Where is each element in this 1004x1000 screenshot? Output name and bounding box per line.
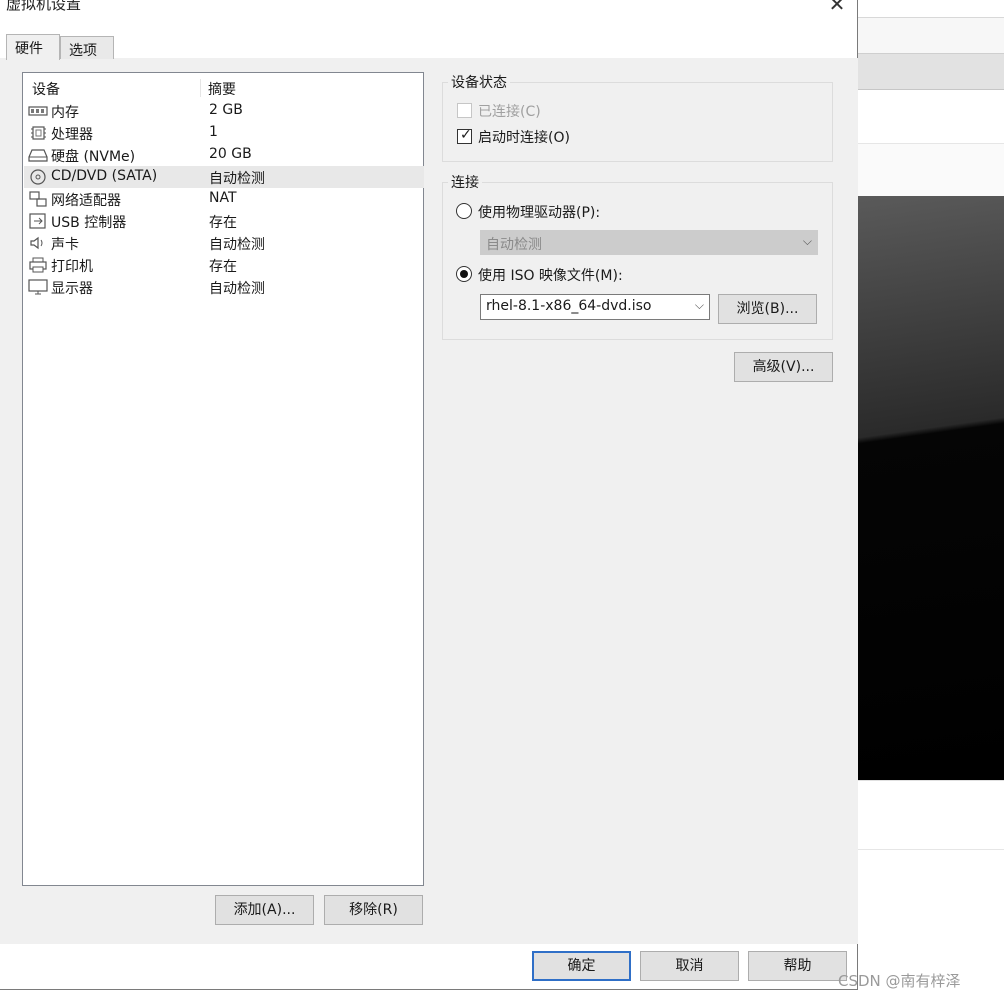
device-summary: 存在 (209, 259, 237, 275)
device-summary: 20 GB (209, 146, 252, 162)
advanced-button[interactable]: 高级(V)... (734, 352, 833, 382)
physical-drive-label: 使用物理驱动器(P): (478, 205, 601, 221)
background-strip (858, 0, 1004, 18)
device-summary: 存在 (209, 215, 237, 231)
device-row-harddisk[interactable]: 硬盘 (NVMe) 20 GB (24, 144, 424, 166)
background-strip (858, 90, 1004, 144)
device-row-memory[interactable]: 内存 2 GB (24, 100, 424, 122)
connection-title: 连接 (448, 172, 482, 192)
device-row-usb[interactable]: USB 控制器 存在 (24, 210, 424, 232)
tab-hardware[interactable]: 硬件 (6, 34, 60, 60)
device-status-group (442, 82, 833, 162)
window-title: 虚拟机设置 (6, 0, 82, 13)
device-row-sound[interactable]: 声卡 自动检测 (24, 232, 424, 254)
device-summary: 自动检测 (209, 171, 265, 187)
physical-drive-value: 自动检测 (486, 237, 542, 253)
connected-checkbox[interactable] (457, 103, 472, 118)
watermark: CSDN @南有梓泽 (838, 972, 961, 990)
device-row-display[interactable]: 显示器 自动检测 (24, 276, 424, 298)
printer-icon (29, 257, 47, 273)
device-name: 硬盘 (NVMe) (51, 149, 136, 165)
tab-options[interactable]: 选项 (60, 36, 114, 59)
connect-at-power-on-label: 启动时连接(O) (478, 130, 570, 146)
background-strip (858, 144, 1004, 196)
device-summary: 2 GB (209, 102, 243, 118)
device-name: 处理器 (51, 127, 93, 143)
background-strip (858, 18, 1004, 54)
device-name: 网络适配器 (51, 193, 121, 209)
list-header: 设备 摘要 (23, 77, 423, 99)
iso-path-combobox[interactable]: rhel-8.1-x86_64-dvd.iso ⌵ (480, 294, 710, 320)
background-window (858, 0, 1004, 1000)
iso-image-label: 使用 ISO 映像文件(M): (478, 268, 623, 284)
memory-icon (28, 106, 48, 116)
physical-drive-select[interactable]: 自动检测 ⌵ (480, 230, 818, 255)
iso-image-radio[interactable] (456, 266, 472, 282)
checkmark-icon: ✓ (460, 127, 472, 143)
remove-device-button[interactable]: 移除(R) (324, 895, 423, 925)
device-row-processor[interactable]: 处理器 1 (24, 122, 424, 144)
monitor-icon (28, 279, 48, 295)
device-name: 内存 (51, 105, 79, 121)
radio-selected-dot (460, 270, 468, 278)
add-device-button[interactable]: 添加(A)... (215, 895, 314, 925)
device-status-title: 设备状态 (448, 72, 510, 92)
connect-at-power-on-checkbox[interactable]: ✓ (457, 127, 472, 144)
device-name: 打印机 (51, 259, 93, 275)
cd-dvd-icon (30, 169, 46, 185)
iso-path-value: rhel-8.1-x86_64-dvd.iso (486, 298, 652, 314)
device-summary: 自动检测 (209, 237, 265, 253)
device-name: 显示器 (51, 281, 93, 297)
device-name: 声卡 (51, 237, 79, 253)
connected-label: 已连接(C) (478, 104, 541, 120)
processor-icon (31, 126, 46, 140)
device-summary: 自动检测 (209, 281, 265, 297)
device-row-network[interactable]: 网络适配器 NAT (24, 188, 424, 210)
column-separator[interactable] (200, 79, 201, 97)
device-list[interactable]: 设备 摘要 内存 2 GB 处理器 1 硬盘 (NVMe) 20 GB CD/D… (22, 72, 424, 886)
device-row-cd-dvd[interactable]: CD/DVD (SATA) 自动检测 (24, 166, 424, 188)
device-name: USB 控制器 (51, 215, 127, 231)
harddisk-icon (28, 149, 48, 162)
vm-settings-dialog: 虚拟机设置 ✕ 硬件 选项 设备 摘要 内存 2 GB 处理器 1 硬盘 (NV… (0, 0, 858, 990)
background-strip (858, 780, 1004, 850)
chevron-down-icon[interactable]: ⌵ (695, 298, 704, 313)
ok-button[interactable]: 确定 (532, 951, 631, 981)
physical-drive-radio[interactable] (456, 203, 472, 219)
help-button[interactable]: 帮助 (748, 951, 847, 981)
chevron-down-icon: ⌵ (802, 234, 812, 248)
title-bar: 虚拟机设置 ✕ (0, 0, 858, 20)
cancel-button[interactable]: 取消 (640, 951, 739, 981)
column-header-summary[interactable]: 摘要 (208, 79, 236, 99)
device-summary: NAT (209, 190, 237, 206)
browse-button[interactable]: 浏览(B)... (718, 294, 817, 324)
background-strip (858, 54, 1004, 90)
network-adapter-icon (29, 191, 47, 207)
speaker-icon (30, 236, 43, 250)
close-icon[interactable]: ✕ (822, 0, 852, 18)
device-summary: 1 (209, 124, 218, 140)
vm-console-preview (858, 196, 1004, 780)
device-name: CD/DVD (SATA) (51, 168, 158, 184)
device-row-printer[interactable]: 打印机 存在 (24, 254, 424, 276)
column-header-device[interactable]: 设备 (32, 79, 60, 99)
usb-icon (29, 213, 46, 229)
